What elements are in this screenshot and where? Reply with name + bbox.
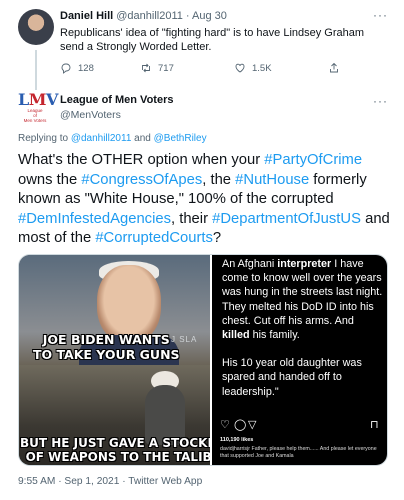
instagram-action-icons: ♡ ◯ ▽ ⊓ — [220, 418, 382, 432]
logo-letter-m: M — [28, 90, 47, 109]
post-paragraph: His 10 year old daughter was spared and … — [222, 357, 362, 398]
retweet-icon — [142, 63, 150, 73]
hashtag-link[interactable]: #PartyOfCrime — [264, 152, 362, 168]
instagram-caption: davidjharrisjr Father, please help them.… — [220, 446, 377, 459]
mention-link[interactable]: @BethRiley — [154, 133, 207, 144]
meme-caption-line: OF WEAPONS TO THE TALIBAN — [25, 450, 210, 464]
tweet-media[interactable]: J SLA JOE BIDEN WANTS TO TAKE YOUR GUNS … — [18, 254, 388, 466]
text-span: , the — [202, 171, 236, 188]
avatar[interactable]: LMV League of Men Voters — [18, 90, 58, 124]
comment-icon: ◯ — [234, 419, 247, 431]
parent-tweet-actions: 128 717 1.5K — [60, 62, 360, 76]
meme-caption-top: JOE BIDEN WANTS TO TAKE YOUR GUNS — [33, 332, 180, 362]
mention-link[interactable]: @danhill2011 — [71, 133, 132, 144]
hashtag-link[interactable]: #DemInfestedAgencies — [18, 211, 171, 227]
more-options-icon[interactable]: ··· — [373, 8, 388, 22]
text-span: killed — [222, 329, 250, 342]
heart-icon: ♡ — [220, 419, 230, 431]
logo-sub-3: Men Voters — [23, 118, 47, 123]
instagram-screenshot-right[interactable]: An Afghani interpreter I have come to kn… — [212, 255, 387, 465]
meme-image-left[interactable]: J SLA JOE BIDEN WANTS TO TAKE YOUR GUNS … — [19, 255, 210, 465]
text-span: ? — [212, 230, 222, 246]
text-span: owns the — [18, 171, 82, 188]
text-span: What's the OTHER option when your — [18, 152, 265, 168]
author-handle[interactable]: @MenVoters — [60, 109, 121, 121]
reply-icon — [61, 63, 71, 74]
parent-tweet-header: Daniel Hill @danhill2011 · Aug 30 — [60, 10, 227, 22]
meme-caption-line: JOE BIDEN WANTS — [42, 332, 170, 347]
reply-count: 128 — [78, 62, 94, 74]
instagram-post-text: An Afghani interpreter I have come to kn… — [222, 257, 384, 413]
text-span: , their — [171, 210, 213, 227]
logo-letter-l: L — [18, 90, 29, 109]
parent-tweet-text: Republicans' idea of "fighting hard" is … — [60, 27, 365, 53]
hashtag-link[interactable]: #CorruptedCourts — [95, 230, 213, 246]
retweet-button[interactable]: 717 — [140, 62, 174, 74]
lmv-logo: LMV — [18, 90, 58, 109]
meme-caption-bottom: BUT HE JUST GAVE A STOCKPILE OF WEAPONS … — [20, 436, 210, 464]
hashtag-link[interactable]: #CongressOfApes — [81, 172, 202, 188]
text-span: An Afghani — [222, 258, 278, 270]
parent-author-handle-time[interactable]: @danhill2011 · Aug 30 — [116, 10, 227, 22]
meme-caption-line: BUT HE JUST GAVE A STOCKPILE — [20, 436, 210, 450]
heart-icon — [235, 63, 245, 73]
retweet-count: 717 — [158, 62, 174, 74]
like-button[interactable]: 1.5K — [234, 62, 272, 74]
avatar[interactable] — [18, 9, 54, 45]
logo-subtext: League of Men Voters — [18, 108, 52, 123]
text-span: his family. — [249, 329, 300, 342]
parent-author-name[interactable]: Daniel Hill — [60, 10, 113, 22]
thread-connector — [35, 50, 37, 90]
bookmark-icon: ⊓ — [370, 419, 379, 431]
share-button[interactable] — [328, 62, 340, 74]
logo-letter-v: V — [45, 90, 58, 109]
share-icon — [330, 62, 338, 73]
like-count: 1.5K — [252, 62, 272, 74]
replying-to-conj: and — [134, 133, 151, 144]
text-span: interpreter — [277, 258, 332, 270]
meme-caption-line: TO TAKE YOUR GUNS — [33, 347, 180, 362]
tweet-timestamp[interactable]: 9:55 AM · Sep 1, 2021 · Twitter Web App — [18, 476, 202, 487]
more-options-icon[interactable]: ··· — [373, 94, 388, 108]
hashtag-link[interactable]: #DepartmentOfJustUS — [212, 211, 361, 227]
send-icon: ▽ — [248, 419, 257, 431]
hashtag-link[interactable]: #NutHouse — [235, 172, 309, 188]
tweet-text: What's the OTHER option when your #Party… — [18, 151, 390, 249]
parent-tweet[interactable]: Daniel Hill @danhill2011 · Aug 30 ··· Re… — [0, 0, 404, 90]
instagram-likes: 110,190 likes — [220, 437, 254, 443]
replying-to: Replying to @danhill2011 and @BethRiley — [18, 133, 207, 144]
author-name[interactable]: League of Men Voters — [60, 94, 173, 106]
reply-button[interactable]: 128 — [60, 62, 94, 74]
replying-to-label: Replying to — [18, 133, 69, 144]
post-paragraph: An Afghani interpreter I have come to kn… — [222, 257, 384, 342]
